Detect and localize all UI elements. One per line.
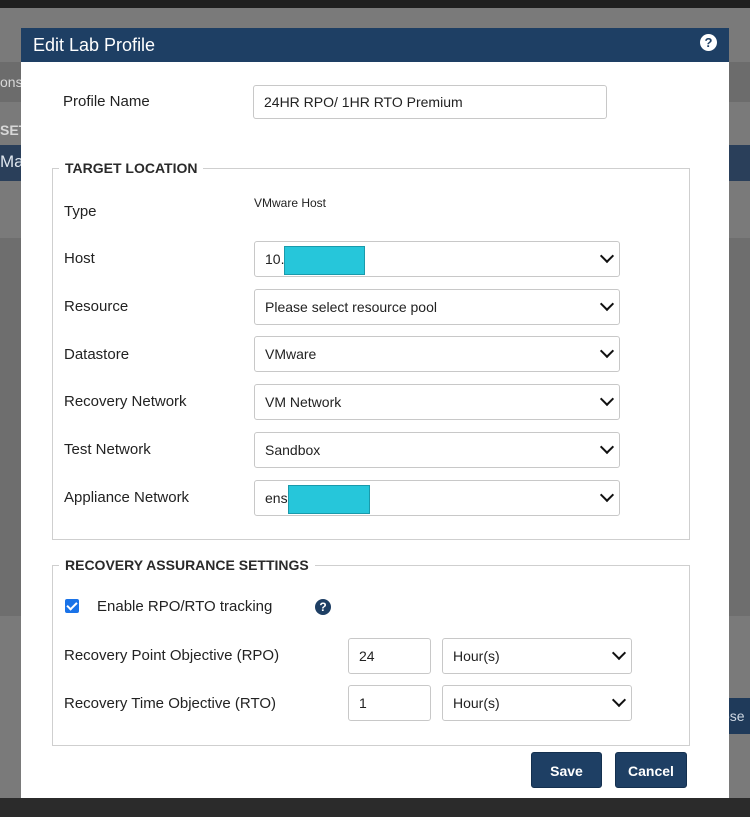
- test-network-value: Sandbox: [265, 442, 321, 458]
- datastore-label: Datastore: [64, 346, 130, 363]
- enable-rpo-rto-checkbox[interactable]: [65, 599, 79, 613]
- resource-label: Resource: [64, 298, 129, 315]
- host-select[interactable]: 10.: [254, 241, 620, 277]
- type-value: VMware Host: [254, 196, 327, 210]
- chevron-down-icon: [599, 487, 615, 503]
- rto-unit-value: Hour(s): [453, 695, 500, 711]
- recovery-network-select[interactable]: VM Network: [254, 384, 620, 420]
- redaction-box: [287, 484, 370, 514]
- host-value: 10.: [265, 251, 285, 267]
- datastore-value: VMware: [265, 346, 317, 362]
- save-button[interactable]: Save: [531, 752, 602, 788]
- chevron-down-icon: [611, 692, 627, 708]
- help-icon[interactable]: ?: [700, 34, 717, 51]
- target-location-legend: TARGET LOCATION: [65, 160, 198, 176]
- rto-input[interactable]: 1: [348, 685, 431, 721]
- rpo-input[interactable]: 24: [348, 638, 431, 674]
- recovery-assurance-legend: RECOVERY ASSURANCE SETTINGS: [65, 557, 309, 573]
- appliance-network-value: ens: [265, 490, 288, 506]
- host-label: Host: [64, 250, 95, 267]
- background-bottom: [0, 798, 750, 817]
- redaction-box: [284, 245, 366, 275]
- profile-name-label: Profile Name: [63, 93, 150, 110]
- appliance-network-select[interactable]: ens: [254, 480, 620, 516]
- chevron-down-icon: [599, 296, 615, 312]
- resource-select[interactable]: Please select resource pool: [254, 289, 620, 325]
- rto-label: Recovery Time Objective (RTO): [64, 695, 276, 712]
- test-network-select[interactable]: Sandbox: [254, 432, 620, 468]
- background-topbar: [0, 0, 750, 8]
- chevron-down-icon: [599, 343, 615, 359]
- datastore-select[interactable]: VMware: [254, 336, 620, 372]
- background-text: ons: [0, 74, 23, 90]
- rpo-unit-value: Hour(s): [453, 648, 500, 664]
- profile-name-input[interactable]: 24HR RPO/ 1HR RTO Premium: [253, 85, 607, 119]
- recovery-network-value: VM Network: [265, 394, 342, 410]
- chevron-down-icon: [599, 248, 615, 264]
- rpo-label: Recovery Point Objective (RPO): [64, 647, 280, 664]
- recovery-network-label: Recovery Network: [64, 393, 187, 410]
- chevron-down-icon: [611, 645, 627, 661]
- edit-lab-profile-dialog: Edit Lab Profile ? Profile Name 24HR RPO…: [21, 28, 729, 798]
- resource-value: Please select resource pool: [265, 299, 437, 315]
- appliance-network-label: Appliance Network: [64, 489, 190, 506]
- help-icon[interactable]: ?: [315, 599, 331, 615]
- rto-unit-select[interactable]: Hour(s): [442, 685, 632, 721]
- rpo-unit-select[interactable]: Hour(s): [442, 638, 632, 674]
- chevron-down-icon: [599, 439, 615, 455]
- type-label: Type: [64, 203, 97, 220]
- cancel-button[interactable]: Cancel: [615, 752, 687, 788]
- dialog-title: Edit Lab Profile: [33, 35, 156, 55]
- test-network-label: Test Network: [64, 441, 151, 458]
- chevron-down-icon: [599, 391, 615, 407]
- dialog-header: Edit Lab Profile ?: [21, 28, 729, 62]
- enable-rpo-rto-label: Enable RPO/RTO tracking: [97, 598, 273, 615]
